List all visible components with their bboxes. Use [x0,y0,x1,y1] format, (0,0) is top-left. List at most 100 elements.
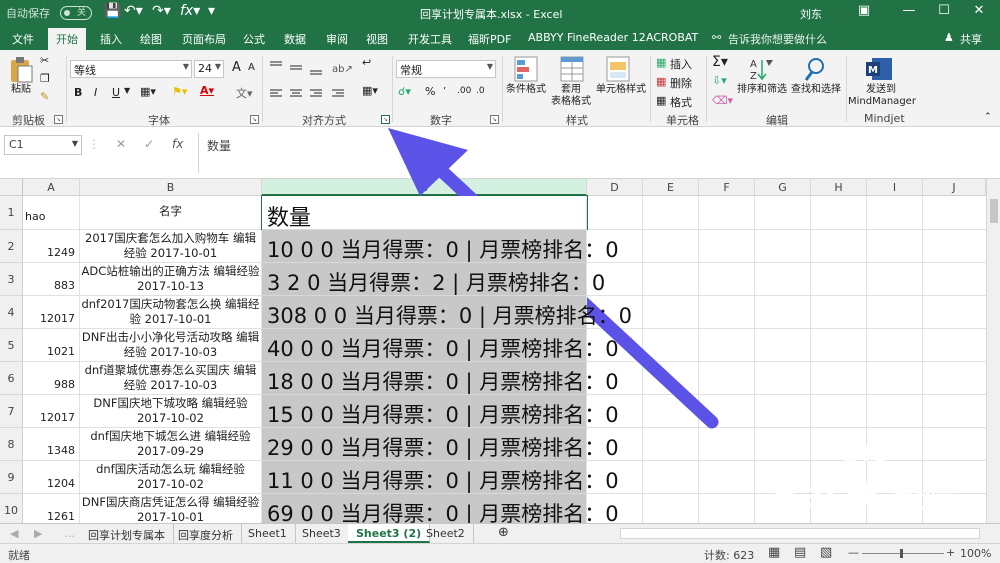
zoom-slider-thumb[interactable] [900,549,903,558]
format-as-table-icon[interactable] [560,56,584,82]
share-button[interactable]: 共享 [960,31,982,47]
decrease-decimal-icon[interactable]: .0 [476,86,485,96]
redo-icon[interactable]: ↷▾ [152,3,171,19]
fill-icon[interactable]: ⇩▾ [712,74,727,87]
underline-button[interactable]: U [112,86,120,99]
column-header-e[interactable]: E [643,179,699,196]
tab-data[interactable]: 数据 [284,31,306,47]
more-sheets-icon[interactable]: … [56,524,83,543]
row-header[interactable]: 10 [0,494,23,523]
chevron-down-icon[interactable]: ▼ [124,86,130,95]
number-format-combo[interactable]: 常规 ▼ [396,60,496,78]
sheet-tab[interactable]: Sheet1 [240,524,296,543]
tab-insert[interactable]: 插入 [100,31,122,47]
cell-c[interactable]: 18 0 0 当月得票：0 | 月票榜排名：0 [262,362,619,395]
shrink-font-button[interactable]: A [248,62,255,73]
bold-button[interactable]: B [74,86,82,99]
cell-a[interactable]: 1249 [23,230,80,263]
select-all-corner[interactable] [0,179,23,196]
tell-me-box[interactable]: 告诉我你想要做什么 [728,31,827,47]
currency-icon[interactable]: ☌▾ [398,85,411,98]
cell-a[interactable]: 12017 [23,395,80,428]
name-box[interactable]: C1 ▼ [4,135,82,155]
cell-a[interactable]: hao [23,196,80,230]
cell-b[interactable]: dnf国庆活动怎么玩 编辑经验 2017-10-02 [80,461,262,494]
row-header[interactable]: 3 [0,263,23,296]
enter-icon[interactable]: ✓ [144,137,154,151]
phonetic-icon[interactable]: 文▾ [236,85,253,101]
row-header[interactable]: 9 [0,461,23,494]
maximize-icon[interactable]: ☐ [930,3,958,18]
row-header[interactable]: 2 [0,230,23,263]
cell-c[interactable]: 40 0 0 当月得票：0 | 月票榜排名：0 [262,329,619,362]
prev-sheet-icon[interactable]: ◀ [2,524,26,543]
column-header-i[interactable]: I [867,179,923,196]
row-header[interactable]: 5 [0,329,23,362]
page-break-view-icon[interactable]: ▧ [820,545,832,560]
cell-b[interactable]: ADC站桩输出的正确方法 编辑经验 2017-10-13 [80,263,262,296]
paste-label[interactable]: 粘贴 [8,84,34,96]
alignment-launcher-icon[interactable]: ↘ [381,115,390,124]
font-color-icon[interactable]: A▾ [200,84,214,97]
resize-handle-icon[interactable]: ⋮ [88,137,100,151]
sheet-tab[interactable]: 回享度分析 [170,524,242,543]
column-header-d[interactable]: D [587,179,643,196]
cell-b[interactable]: dnf道聚城优惠券怎么买国庆 编辑经验 2017-10-03 [80,362,262,395]
conditional-format-icon[interactable] [514,56,538,82]
empty-cells[interactable] [587,329,986,362]
format-cells-button[interactable]: 格式 [670,94,692,110]
zoom-out-icon[interactable]: — [848,546,859,559]
cell-c[interactable]: 数量 [262,196,587,231]
cell-b[interactable]: 2017国庆套怎么加入购物车 编辑经验 2017-10-01 [80,230,262,263]
clear-icon[interactable]: ⌫▾ [712,94,733,107]
delete-cells-button[interactable]: 删除 [670,75,692,91]
tab-review[interactable]: 审阅 [326,31,348,47]
format-cells-icon[interactable]: ▦ [656,94,666,107]
column-header-g[interactable]: G [755,179,811,196]
font-size-combo[interactable]: 24 ▼ [194,60,224,78]
zoom-slider[interactable] [862,553,944,554]
conditional-format-button[interactable]: 条件格式 [504,84,548,96]
sort-filter-button[interactable]: 排序和筛选 [736,84,788,96]
merge-center-icon[interactable]: ▦▾ [362,84,378,97]
column-header-b[interactable]: B [80,179,262,196]
tab-file[interactable]: 文件 [12,31,34,47]
function-icon[interactable]: fx▾ [180,3,200,19]
sheet-tab[interactable]: Sheet2 [418,524,474,543]
send-to-mindmanager-l1[interactable]: 发送到 [848,84,914,96]
increase-decimal-icon[interactable]: .00 [457,86,471,96]
find-select-icon[interactable] [804,56,828,82]
cancel-icon[interactable]: ✕ [116,137,126,151]
comma-icon[interactable]: ’ [443,86,446,97]
delete-cells-icon[interactable]: ▦ [656,75,666,88]
cell-a[interactable]: 988 [23,362,80,395]
column-header-f[interactable]: F [699,179,755,196]
row-header[interactable]: 6 [0,362,23,395]
collapse-ribbon-icon[interactable]: ⌃ [984,112,992,122]
cell-a[interactable]: 883 [23,263,80,296]
next-sheet-icon[interactable]: ▶ [26,524,50,543]
tab-view[interactable]: 视图 [366,31,388,47]
cell-c[interactable]: 69 0 0 当月得票：0 | 月票榜排名：0 [262,494,619,523]
mindmanager-icon[interactable]: M [866,56,894,82]
column-header-j[interactable]: J [923,179,986,196]
column-header-h[interactable]: H [811,179,867,196]
save-icon[interactable]: 💾 [104,3,121,19]
customize-qat-icon[interactable]: ▾ [208,3,215,19]
autosave-toggle[interactable]: 关 [60,6,92,20]
cell-b[interactable]: dnf2017国庆动物套怎么换 编辑经验 2017-10-01 [80,296,262,329]
tab-abbyy[interactable]: ABBYY FineReader 12 [528,31,646,44]
zoom-level[interactable]: 100% [960,547,991,560]
cell-styles-icon[interactable] [606,56,630,82]
tab-developer[interactable]: 开发工具 [408,31,452,47]
share-icon[interactable]: ♟ [944,31,954,44]
cell-a[interactable]: 12017 [23,296,80,329]
font-name-combo[interactable]: 等线 ▼ [70,60,192,78]
format-painter-icon[interactable]: ✎ [40,90,49,103]
cell-b[interactable]: 名字 [80,196,262,230]
empty-cells[interactable] [587,196,986,230]
tab-acrobat[interactable]: ACROBAT [646,31,698,44]
fill-color-icon[interactable]: ⚑▾ [172,85,187,98]
undo-icon[interactable]: ↶▾ [124,3,143,19]
cell-a[interactable]: 1021 [23,329,80,362]
